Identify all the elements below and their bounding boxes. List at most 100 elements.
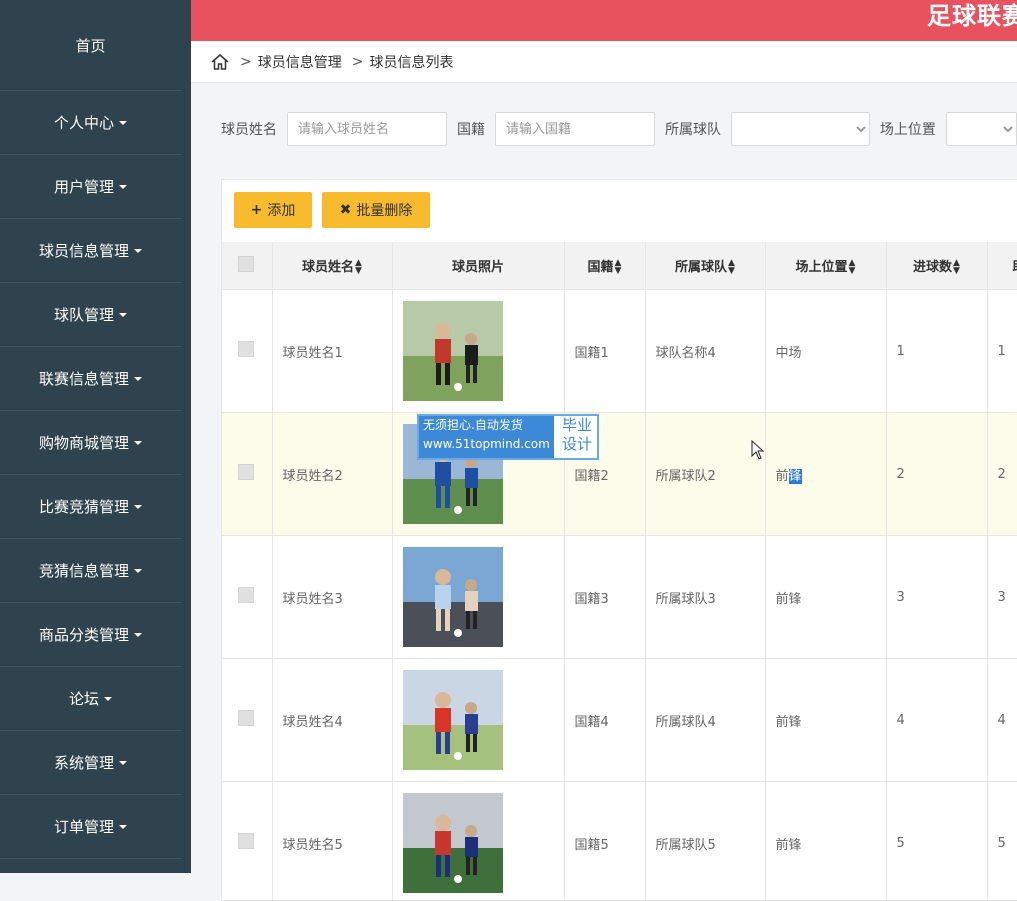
batch-delete-button[interactable]: ✖ 批量删除 — [322, 192, 430, 228]
checkbox[interactable] — [238, 710, 254, 726]
player-photo[interactable] — [403, 670, 503, 770]
player-list-panel: + 添加 ✖ 批量删除 球员姓名▲▼ 球员照片 国籍▲▼ 所属球队▲▼ 场上位置… — [221, 179, 1017, 901]
sidebar-item[interactable]: 订单管理 — [0, 795, 181, 859]
checkbox[interactable] — [238, 833, 254, 849]
sidebar-item[interactable]: 竞猜信息管理 — [0, 539, 181, 603]
cell-nationality: 国籍1 — [564, 290, 645, 413]
sidebar-item[interactable]: 比赛竞猜管理 — [0, 475, 181, 539]
column-header-team[interactable]: 所属球队▲▼ — [645, 242, 765, 290]
player-photo[interactable] — [403, 301, 503, 401]
sidebar-item-label: 商品分类管理 — [39, 624, 129, 645]
cell-team: 所属球队4 — [645, 659, 765, 782]
row-checkbox-cell[interactable] — [222, 782, 272, 901]
watermark-badge: 无须担心.自动发货 www.51topmind.com 毕业 设计 — [417, 414, 599, 460]
sidebar-item[interactable]: 系统管理 — [0, 731, 181, 795]
sidebar-item-label: 用户管理 — [54, 176, 114, 197]
plus-icon: + — [251, 202, 263, 218]
cell-goals: 2 — [886, 413, 987, 536]
sidebar-item-label: 首页 — [75, 35, 105, 56]
sidebar-item[interactable]: 首页 — [0, 0, 181, 91]
column-header-photo: 球员照片 — [392, 242, 564, 290]
cell-player-name: 球员姓名5 — [272, 782, 392, 901]
add-button[interactable]: + 添加 — [234, 192, 312, 228]
cell-assists: 3 — [987, 536, 1017, 659]
row-checkbox-cell[interactable] — [222, 290, 272, 413]
column-header-nationality[interactable]: 国籍▲▼ — [564, 242, 645, 290]
player-name-input[interactable] — [287, 112, 447, 146]
cell-player-name: 球员姓名2 — [272, 413, 392, 536]
sidebar-item-label: 系统管理 — [54, 752, 114, 773]
column-header-goals[interactable]: 进球数▲▼ — [886, 242, 987, 290]
select-all-checkbox[interactable] — [222, 242, 272, 290]
sidebar-item[interactable]: 商品分类管理 — [0, 603, 181, 667]
team-select[interactable] — [731, 112, 870, 146]
caret-down-icon — [134, 377, 142, 381]
sidebar: 首页个人中心用户管理球员信息管理球队管理联赛信息管理购物商城管理比赛竞猜管理竞猜… — [0, 0, 191, 873]
table-row[interactable]: 球员姓名3国籍3所属球队3前锋33 — [222, 536, 1017, 659]
cell-nationality: 国籍5 — [564, 782, 645, 901]
cell-player-photo — [392, 290, 564, 413]
cell-assists: 1 — [987, 290, 1017, 413]
cell-nationality: 国籍3 — [564, 536, 645, 659]
checkbox[interactable] — [238, 464, 254, 480]
table-row[interactable]: 球员姓名5国籍5所属球队5前锋55 — [222, 782, 1017, 901]
table-row[interactable]: 球员姓名2国籍2所属球队2前锋前锋22 — [222, 413, 1017, 536]
checkbox[interactable] — [238, 341, 254, 357]
cell-assists: 2 — [987, 413, 1017, 536]
sidebar-item-label: 论坛 — [69, 688, 99, 709]
cell-goals: 5 — [886, 782, 987, 901]
column-header-position[interactable]: 场上位置▲▼ — [765, 242, 886, 290]
cell-team: 所属球队3 — [645, 536, 765, 659]
table-row[interactable]: 球员姓名1国籍1球队名称4中场11 — [222, 290, 1017, 413]
breadcrumb-item-player-management[interactable]: 球员信息管理 — [258, 52, 342, 72]
checkbox[interactable] — [238, 587, 254, 603]
cell-player-photo — [392, 659, 564, 782]
watermark-side: 毕业 设计 — [557, 416, 597, 454]
position-select[interactable] — [946, 112, 1017, 146]
nationality-label: 国籍 — [457, 119, 485, 139]
caret-down-icon — [104, 697, 112, 701]
caret-down-icon — [119, 121, 127, 125]
cell-position: 中场 — [765, 290, 886, 413]
sidebar-item-label: 购物商城管理 — [39, 432, 129, 453]
sidebar-item-label: 竞猜信息管理 — [39, 560, 129, 581]
row-checkbox-cell[interactable] — [222, 536, 272, 659]
row-checkbox-cell[interactable] — [222, 413, 272, 536]
sidebar-item[interactable]: 球员信息管理 — [0, 219, 181, 283]
close-icon: ✖ — [340, 202, 352, 218]
position-text-part: 前 — [776, 469, 789, 484]
sidebar-item[interactable]: 论坛 — [0, 667, 181, 731]
site-title: 足球联赛 — [927, 0, 1017, 31]
cell-goals: 1 — [886, 290, 987, 413]
sort-icon[interactable]: ▲▼ — [355, 259, 362, 275]
table-row[interactable]: 球员姓名4国籍4所属球队4前锋44 — [222, 659, 1017, 782]
cell-team: 所属球队5 — [645, 782, 765, 901]
cell-assists: 4 — [987, 659, 1017, 782]
sidebar-item-label: 比赛竞猜管理 — [39, 496, 129, 517]
sidebar-item[interactable]: 联赛信息管理 — [0, 347, 181, 411]
sidebar-item-label: 联赛信息管理 — [39, 368, 129, 389]
add-button-label: 添加 — [267, 200, 295, 220]
sidebar-item[interactable]: 用户管理 — [0, 155, 181, 219]
sidebar-item[interactable]: 球队管理 — [0, 283, 181, 347]
row-checkbox-cell[interactable] — [222, 659, 272, 782]
player-photo[interactable] — [403, 547, 503, 647]
sidebar-item[interactable]: 个人中心 — [0, 91, 181, 155]
sort-icon[interactable]: ▲▼ — [615, 259, 622, 275]
sidebar-item[interactable]: 购物商城管理 — [0, 411, 181, 475]
sort-icon[interactable]: ▲▼ — [728, 259, 735, 275]
home-icon[interactable] — [210, 52, 230, 72]
player-photo[interactable] — [403, 793, 503, 893]
cell-assists: 5 — [987, 782, 1017, 901]
sort-icon[interactable]: ▲▼ — [849, 259, 856, 275]
column-header-name[interactable]: 球员姓名▲▼ — [272, 242, 392, 290]
nationality-input[interactable] — [495, 112, 655, 146]
watermark-text: 无须担心.自动发货 www.51topmind.com — [419, 416, 554, 458]
checkbox[interactable] — [238, 256, 254, 272]
column-header-assists[interactable]: 助 — [987, 242, 1017, 290]
caret-down-icon — [134, 505, 142, 509]
sort-icon[interactable]: ▲▼ — [953, 259, 960, 275]
caret-down-icon — [119, 761, 127, 765]
player-table: 球员姓名▲▼ 球员照片 国籍▲▼ 所属球队▲▼ 场上位置▲▼ 进球数▲▼ 助 球… — [222, 242, 1017, 901]
cell-player-name: 球员姓名3 — [272, 536, 392, 659]
